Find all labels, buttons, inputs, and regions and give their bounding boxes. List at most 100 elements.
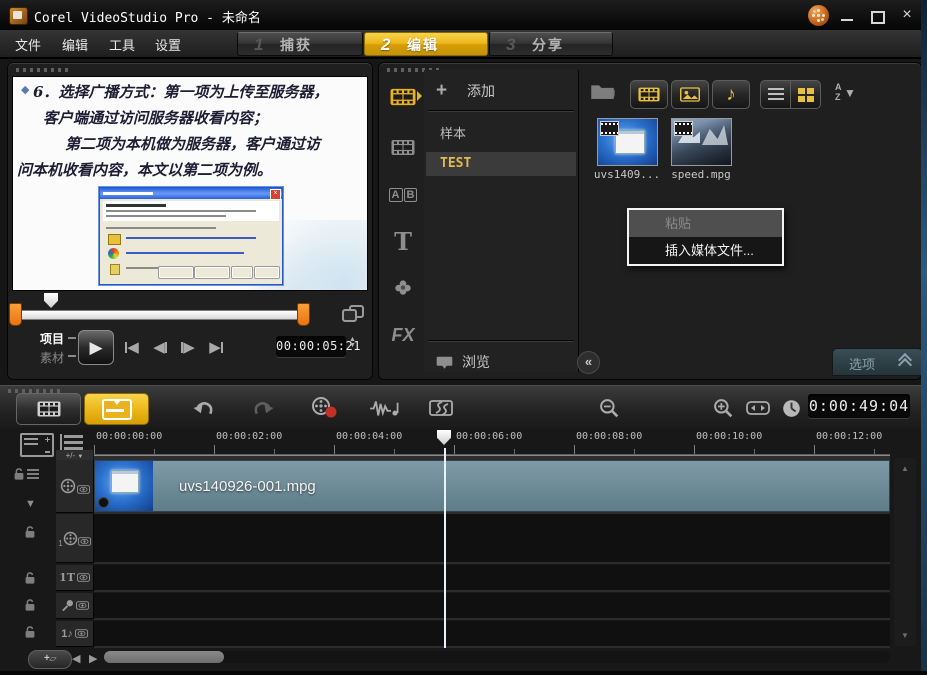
swap-track-button[interactable]: +▱ [28, 650, 72, 669]
clip-thumbnail [95, 461, 153, 511]
timeline-view-button[interactable] [84, 393, 149, 425]
redo-button[interactable] [246, 393, 280, 423]
media-thumbnail-speed[interactable] [671, 118, 732, 166]
corel-guide-icon[interactable] [808, 5, 829, 26]
app-window: Corel VideoStudio Pro - 未命名 × 文件 编辑 工具 设… [0, 0, 927, 675]
options-button[interactable]: 选项 [832, 348, 923, 376]
title-track-header[interactable]: 1T [56, 565, 94, 591]
media-thumbnail-uvs[interactable] [597, 118, 658, 166]
music-track-header[interactable]: 1♪ [56, 621, 94, 647]
instant-project-icon[interactable] [386, 132, 420, 162]
clip-name: uvs140926-001.mpg [179, 478, 316, 495]
storyboard-view-button[interactable] [16, 393, 81, 425]
voice-track-row[interactable] [94, 593, 890, 620]
preview-timecode[interactable]: 00:00:05:21 [276, 336, 346, 357]
add-folder-button[interactable]: + 添加 [436, 80, 566, 104]
context-menu-insert-media[interactable]: 插入媒体文件... [629, 237, 782, 264]
menu-bar: 文件 编辑 工具 设置 1 捕获 2 编辑 3 分享 [0, 30, 927, 59]
timeline-clip[interactable]: uvs140926-001.mpg [94, 460, 890, 512]
menu-edit[interactable]: 编辑 [62, 35, 88, 54]
tab-capture[interactable]: 1 捕获 [237, 32, 363, 56]
project-duration-display: 0:00:49:04 [808, 394, 910, 418]
scroll-right-button[interactable]: ▶ [89, 652, 97, 665]
auto-music-button[interactable] [420, 393, 464, 423]
menu-settings[interactable]: 设置 [155, 35, 181, 54]
transition-icon[interactable]: AB [386, 180, 420, 210]
slide-dialog-image: × [99, 187, 283, 285]
music-track-lock-icon[interactable] [24, 625, 36, 639]
slide-bullet: ◆ [21, 83, 29, 96]
category-item-samples[interactable]: 样本 [426, 122, 576, 146]
browse-button[interactable]: 浏览 [436, 350, 571, 374]
panel-grip[interactable] [16, 68, 72, 72]
title-track-lock-icon[interactable] [24, 571, 36, 585]
menu-file[interactable]: 文件 [15, 35, 41, 54]
timeline-ruler[interactable]: 00:00:00:00 00:00:02:00 00:00:04:00 00:0… [94, 428, 890, 455]
video-badge-icon [600, 121, 619, 136]
clip-mode-tick [68, 355, 76, 357]
hscrollbar-track[interactable] [104, 651, 890, 663]
preview-scrubber[interactable] [18, 310, 306, 320]
voice-track-header[interactable] [56, 593, 94, 619]
app-logo-icon [9, 7, 28, 25]
context-menu-paste: 粘贴 [629, 210, 782, 237]
close-button[interactable]: × [896, 8, 918, 24]
overlay-track-lock-icon[interactable] [24, 525, 36, 539]
window-edge-bottom [0, 671, 927, 675]
zoom-out-button[interactable] [596, 393, 622, 423]
track-manager-icon[interactable] [20, 433, 54, 457]
show-video-button[interactable] [630, 80, 668, 109]
timecode-spinner[interactable]: ▲ ▼ [349, 337, 356, 349]
divider [428, 340, 574, 341]
sort-button[interactable]: A Z ▼ [835, 82, 859, 104]
slide-line1: 6．选择广播方式：第一项为上传至服务器， [33, 81, 328, 102]
clip-mode-label[interactable]: 素材 [40, 349, 64, 366]
open-folder-icon[interactable] [590, 78, 615, 104]
show-audio-button[interactable]: ♪ [712, 80, 750, 109]
category-item-test[interactable]: TEST [426, 152, 576, 176]
vscrollbar-track[interactable]: ▲ ▼ [894, 458, 916, 646]
vscroll-down-button[interactable]: ▼ [901, 631, 909, 640]
undo-button[interactable] [186, 393, 220, 423]
grid-view-button[interactable] [790, 80, 821, 109]
trim-end-handle[interactable] [297, 303, 310, 326]
end-button[interactable]: ▶ [203, 336, 229, 358]
menu-tools[interactable]: 工具 [109, 35, 135, 54]
vscroll-up-button[interactable]: ▲ [901, 464, 909, 473]
title-track-row[interactable] [94, 565, 890, 592]
video-track-header[interactable] [56, 460, 94, 513]
play-button[interactable]: ▶ [78, 330, 114, 365]
home-button[interactable]: ◀ [119, 336, 145, 358]
tab-share[interactable]: 3 分享 [489, 32, 613, 56]
track-collapse-chevron[interactable]: ▼ [25, 498, 36, 510]
minimize-button[interactable] [836, 8, 858, 24]
graphic-category-icon[interactable] [386, 272, 420, 302]
scroll-left-button[interactable]: ◀ [72, 652, 80, 665]
zoom-in-button[interactable] [710, 393, 736, 423]
divider [428, 110, 574, 111]
prev-frame-button[interactable]: ◀ [147, 336, 173, 358]
sound-mixer-button[interactable] [362, 393, 406, 423]
project-mode-label[interactable]: 项目 [40, 330, 64, 347]
collapse-panel-button[interactable]: « [577, 351, 600, 374]
timeline-toolbar: 0:00:49:04 [0, 385, 927, 430]
record-capture-button[interactable] [302, 393, 346, 423]
video-track-lock-icon[interactable] [13, 467, 39, 481]
hscrollbar-thumb[interactable] [104, 651, 224, 663]
show-photo-button[interactable] [671, 80, 709, 109]
tab-edit[interactable]: 2 编辑 [364, 32, 488, 56]
overlay-track-row[interactable] [94, 514, 890, 564]
maximize-button[interactable] [866, 8, 888, 24]
overlay-track-header[interactable]: 1 [56, 514, 94, 563]
list-view-button[interactable] [760, 80, 791, 109]
media-category-icon[interactable] [386, 82, 420, 112]
trim-start-handle[interactable] [9, 303, 22, 326]
title-category-icon[interactable]: T [386, 226, 420, 256]
project-duration-icon[interactable] [778, 393, 804, 423]
enlarge-preview-icon[interactable] [342, 305, 362, 321]
music-track-row[interactable] [94, 621, 890, 648]
filter-category-icon[interactable]: FX [386, 320, 420, 350]
voice-track-lock-icon[interactable] [24, 598, 36, 612]
fit-project-button[interactable] [744, 393, 772, 423]
next-frame-button[interactable]: ▶ [175, 336, 201, 358]
